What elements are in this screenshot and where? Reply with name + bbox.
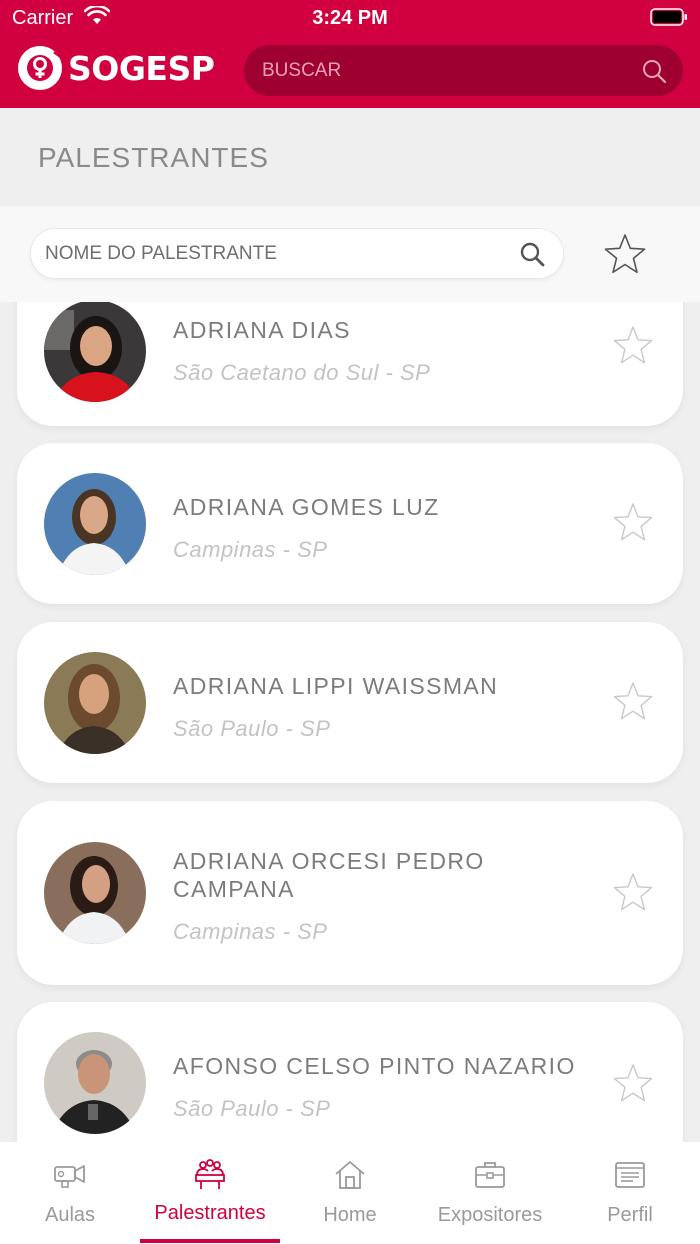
speaker-name: ADRIANA GOMES LUZ (173, 494, 440, 520)
search-icon[interactable] (519, 241, 545, 267)
tab-palestrantes[interactable]: Palestrantes (140, 1142, 280, 1244)
status-time: 3:24 PM (312, 7, 388, 29)
filter-row (0, 206, 700, 302)
global-search-bar[interactable] (244, 45, 683, 96)
speaker-search-input[interactable] (45, 229, 505, 278)
speaker-name: ADRIANA LIPPI WAISSMAN (173, 673, 499, 699)
tab-perfil[interactable]: Perfil (560, 1142, 700, 1244)
active-tab-indicator (140, 1239, 280, 1243)
tab-label: Palestrantes (154, 1202, 266, 1224)
speaker-city: Campinas - SP (173, 919, 328, 944)
speaker-card[interactable]: ADRIANA DIAS São Caetano do Sul - SP (17, 302, 683, 426)
battery-icon (650, 8, 687, 26)
tab-label: Home (323, 1204, 377, 1226)
speaker-list: ADRIANA DIAS São Caetano do Sul - SP ADR… (0, 302, 700, 1142)
favorite-star-icon[interactable] (611, 1062, 655, 1106)
favorite-star-icon[interactable] (611, 680, 655, 724)
tab-label: Aulas (44, 1204, 96, 1226)
speaker-card[interactable]: ADRIANA LIPPI WAISSMAN São Paulo - SP (17, 622, 683, 783)
favorite-star-icon[interactable] (611, 324, 655, 368)
speaker-city: Campinas - SP (173, 537, 328, 562)
speaker-avatar (44, 1032, 146, 1134)
speakers-icon (195, 1159, 225, 1189)
speaker-avatar (44, 302, 146, 402)
tab-home[interactable]: Home (280, 1142, 420, 1244)
speaker-card[interactable]: AFONSO CELSO PINTO NAZARIO São Paulo - S… (17, 1002, 683, 1142)
status-bar: Carrier 3:24 PM (0, 0, 700, 36)
speaker-city: São Caetano do Sul - SP (173, 360, 431, 385)
speaker-name: ADRIANA ORCESI PEDRO CAMPANA (173, 848, 485, 902)
logo-female-symbol-icon (18, 46, 62, 90)
tab-aulas[interactable]: Aulas (0, 1142, 140, 1244)
global-search-input[interactable] (262, 45, 632, 96)
speaker-name: AFONSO CELSO PINTO NAZARIO (173, 1053, 576, 1079)
page-title: PALESTRANTES (38, 142, 269, 173)
favorite-star-icon[interactable] (611, 871, 655, 915)
speaker-name: ADRIANA DIAS (173, 317, 351, 343)
profile-card-icon (615, 1162, 645, 1188)
section-title-bar: PALESTRANTES (0, 108, 700, 206)
home-icon (335, 1161, 365, 1189)
sogesp-logo[interactable]: SOGESP (16, 44, 215, 92)
briefcase-icon (475, 1162, 505, 1188)
logo-text: SOGESP (68, 48, 215, 88)
speaker-city: São Paulo - SP (173, 716, 331, 741)
tab-expositores[interactable]: Expositores (420, 1142, 560, 1244)
speaker-avatar (44, 842, 146, 944)
speaker-city: São Paulo - SP (173, 1096, 331, 1121)
speaker-search-bar[interactable] (30, 228, 564, 279)
search-icon[interactable] (641, 58, 667, 84)
tab-label: Perfil (607, 1204, 653, 1226)
favorites-filter-star-icon[interactable] (602, 232, 648, 278)
speaker-card[interactable]: ADRIANA GOMES LUZ Campinas - SP (17, 443, 683, 604)
favorite-star-icon[interactable] (611, 501, 655, 545)
speaker-avatar (44, 473, 146, 575)
speaker-avatar (44, 652, 146, 754)
speaker-card[interactable]: ADRIANA ORCESI PEDRO CAMPANA Campinas - … (17, 801, 683, 985)
tab-bar: Aulas Palestrantes Home Expositores Perf… (0, 1142, 700, 1244)
tab-label: Expositores (437, 1204, 543, 1226)
video-camera-icon (54, 1165, 85, 1188)
app-header: Carrier 3:24 PM SOGESP (0, 0, 700, 108)
